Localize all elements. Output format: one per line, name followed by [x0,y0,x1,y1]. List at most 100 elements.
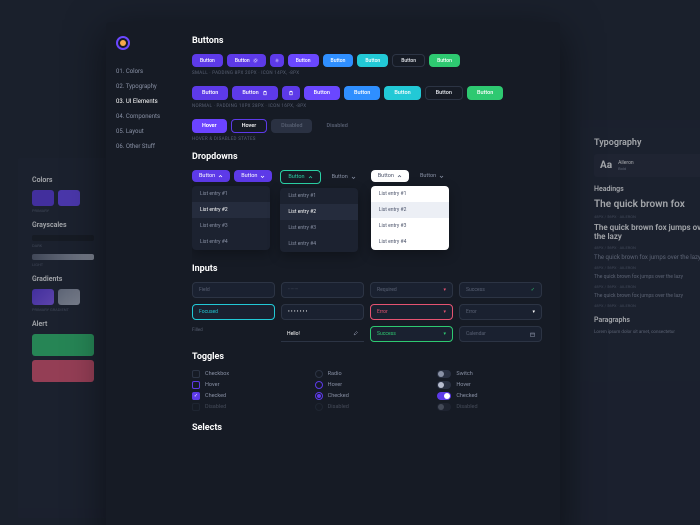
button-normal-purple-icon[interactable]: Button [232,86,277,100]
dropdown-col-light: Button Button List entry #1 List entry #… [371,170,451,252]
input-focused[interactable]: Focused [192,304,275,320]
dropdown-item-selected[interactable]: List entry #2 [280,204,358,220]
input-required[interactable]: Required▾ [370,282,453,298]
dropdown-button-ghost-closed-2[interactable]: Button [413,170,451,182]
button-row-states: Hover Hover Disabled Disabled [192,119,542,133]
dropdown-list-dark-2: List entry #1 List entry #2 List entry #… [280,188,358,252]
radio-disabled: Disabled [315,403,420,411]
gear-icon [253,58,258,63]
input-success-select[interactable]: Success✓ [459,282,542,298]
radio-hover[interactable]: Hover [315,381,420,389]
dropdown-button-light-open[interactable]: Button [371,170,409,182]
swatch-primary-2 [58,190,80,206]
dropdown-item[interactable]: List entry #4 [192,234,270,250]
button-normal-icon-only[interactable] [282,86,300,100]
button-disabled-ghost: Disabled [316,119,357,133]
input-error-select[interactable]: Error▾ [459,304,542,320]
switch-hover[interactable]: Hover [437,381,542,389]
input-success[interactable]: Success▾ [370,326,453,342]
dropdown-item[interactable]: List entry #1 [280,188,358,204]
headings-heading: Headings [594,185,700,193]
input-password-filled[interactable]: • • • • • • • [281,304,364,320]
switch-checked[interactable]: Checked [437,392,542,400]
button-small-purple2[interactable]: Button [288,54,319,67]
checkbox-hover[interactable]: Hover [192,381,297,389]
button-normal-green[interactable]: Button [467,86,503,100]
radio-default[interactable]: Radio [315,370,420,378]
button-row-normal: Button Button Button Button Button Butto… [192,86,542,100]
dropdown-button-ghost-closed[interactable]: Button [325,170,363,184]
caption-states: HOVER & DISABLED STATES [192,137,542,142]
grayscales-heading: Grayscales [32,221,94,229]
switch-disabled: Disabled [437,403,542,411]
caption-small: SMALL · PADDING 8PX 20PX · ICON 14PX, -8… [192,71,542,76]
font-sample-card: Aa Aileron Bold [594,154,700,177]
input-filled-label: Filled [192,326,275,342]
button-normal-outline[interactable]: Button [425,86,463,100]
dropdown-item[interactable]: List entry #1 [192,186,270,202]
dropdown-item[interactable]: List entry #3 [280,220,358,236]
bg-typography-panel: Typography Aa Aileron Bold Headings The … [580,120,700,520]
chevron-up-icon [397,174,402,179]
chevron-down-icon [439,174,444,179]
button-normal-blue[interactable]: Button [344,86,380,100]
button-small-cyan[interactable]: Button [357,54,388,67]
heading-sample-1: The quick brown fox [594,199,700,210]
dropdown-item[interactable]: List entry #4 [280,236,358,252]
nav-other[interactable]: 06. Other Stuff [116,139,182,154]
dropdown-item[interactable]: List entry #1 [371,186,449,202]
alert-heading: Alert [32,320,94,328]
button-normal-cyan[interactable]: Button [384,86,420,100]
heading-meta-5: 48PX / 56PX · AILERON [594,303,700,308]
dropdown-item[interactable]: List entry #3 [371,218,449,234]
dropdown-item[interactable]: List entry #4 [371,234,449,250]
dropdown-button-teal-open[interactable]: Button [280,170,320,184]
dropdown-item-selected[interactable]: List entry #2 [192,202,270,218]
button-small-icon-only[interactable] [270,54,284,67]
paragraphs-heading: Paragraphs [594,316,700,324]
logo-icon [116,36,130,50]
checkbox-default[interactable]: Checkbox [192,370,297,378]
calendar-icon [530,332,535,337]
button-hover-fill[interactable]: Hover [192,119,227,133]
nav-colors[interactable]: 01. Colors [116,64,182,79]
button-normal-purple2[interactable]: Button [304,86,340,100]
dropdown-button-purple-open[interactable]: Button [192,170,230,182]
toggles-title: Toggles [192,352,542,362]
input-calendar[interactable]: Calendar [459,326,542,342]
nav-ui-elements[interactable]: 03. UI Elements [116,94,182,109]
button-hover-outline[interactable]: Hover [231,119,268,133]
input-password[interactable]: ········ [281,282,364,298]
heading-sample-4: The quick brown fox jumps over the lazy [594,274,700,280]
button-row-small: Button Button Button Button Button Butto… [192,54,542,67]
dropdown-item-selected[interactable]: List entry #2 [371,202,449,218]
nav-typography[interactable]: 02. Typography [116,79,182,94]
button-small-purple[interactable]: Button [192,54,223,67]
button-small-purple-icon[interactable]: Button [227,54,266,67]
checkbox-checked[interactable]: ✓Checked [192,392,297,400]
button-small-outline[interactable]: Button [392,54,425,67]
input-field[interactable]: Field [192,282,275,298]
dropdown-item[interactable]: List entry #3 [192,218,270,234]
nav-components[interactable]: 04. Components [116,109,182,124]
inputs-row-2: Focused • • • • • • • Error▾ Error▾ [192,304,542,320]
input-error[interactable]: Error▾ [370,304,453,320]
input-flat-filled[interactable]: Hello! [281,326,364,342]
toggles-grid: Checkbox Radio Switch Hover Hover Hover … [192,370,542,411]
dropdown-col-purple: Button Button List entry #1 List entry #… [192,170,272,252]
radio-checked[interactable]: Checked [315,392,420,400]
button-normal-purple[interactable]: Button [192,86,228,100]
button-small-green[interactable]: Button [429,54,460,67]
gray-light-bar [32,254,94,260]
dropdown-button-purple-closed[interactable]: Button [234,170,272,182]
gray-dark-label: DARK [32,243,94,248]
alert-success [32,334,94,356]
chevron-up-icon [218,174,223,179]
checkbox-disabled: Disabled [192,403,297,411]
sidebar: 01. Colors 02. Typography 03. UI Element… [106,22,192,525]
button-small-blue[interactable]: Button [323,54,354,67]
gradient-swatch [32,289,54,305]
gradient-row [32,289,94,305]
nav-layout[interactable]: 05. Layout [116,124,182,139]
switch-default[interactable]: Switch [437,370,542,378]
